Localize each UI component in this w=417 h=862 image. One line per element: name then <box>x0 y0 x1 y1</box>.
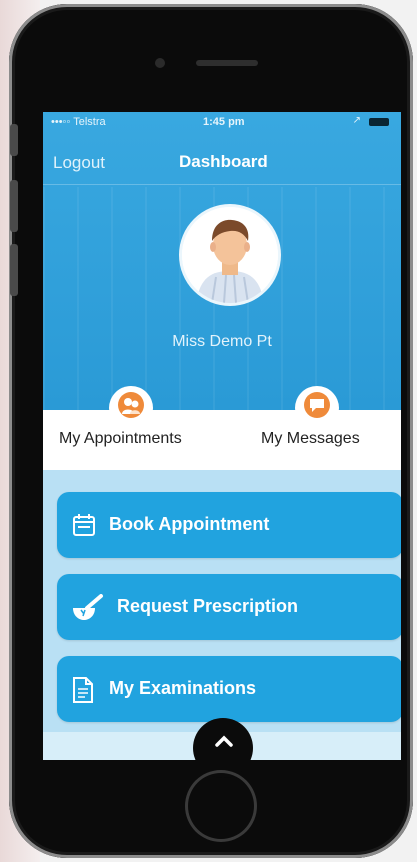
book-appointment-button[interactable]: Book Appointment <box>57 492 401 558</box>
status-bar: •••◦◦ Telstra 1:45 pm ↗ <box>43 112 401 132</box>
chevron-up-icon <box>215 728 233 754</box>
document-icon <box>71 676 95 709</box>
user-name: Miss Demo Pt <box>172 333 272 350</box>
tab-appointments-icon-holder[interactable] <box>109 386 153 430</box>
tab-my-appointments[interactable]: My Appointments <box>59 430 182 448</box>
earpiece-speaker <box>196 60 258 66</box>
phone-mute-switch <box>10 124 18 156</box>
chat-bubble-icon <box>304 392 330 418</box>
location-icon: ↗ <box>352 115 361 126</box>
phone-frame: •••◦◦ Telstra 1:45 pm ↗ Logout Dashboard… <box>9 4 413 858</box>
request-prescription-label: Request Prescription <box>117 596 299 616</box>
carrier-text: •••◦◦ Telstra <box>51 116 106 128</box>
my-examinations-label: My Examinations <box>109 678 257 698</box>
tab-my-messages[interactable]: My Messages <box>261 430 360 448</box>
page-title: Dashboard <box>179 152 268 171</box>
my-examinations-button[interactable]: My Examinations <box>57 656 401 722</box>
logout-button[interactable]: Logout <box>53 153 105 173</box>
avatar <box>182 207 278 303</box>
battery-icon <box>369 118 389 126</box>
phone-volume-up <box>10 180 18 232</box>
home-button[interactable] <box>185 770 257 842</box>
app-screen: •••◦◦ Telstra 1:45 pm ↗ Logout Dashboard… <box>43 112 401 760</box>
phone-volume-down <box>10 244 18 296</box>
tab-messages-icon-holder[interactable] <box>295 386 339 430</box>
book-appointment-label: Book Appointment <box>109 514 270 534</box>
calendar-icon <box>71 512 97 543</box>
mortar-pestle-icon <box>71 594 105 627</box>
front-camera <box>155 58 165 68</box>
nav-bar: Logout Dashboard <box>43 132 401 185</box>
expand-menu-button[interactable] <box>193 718 253 778</box>
request-prescription-button[interactable]: Request Prescription <box>57 574 401 640</box>
appointment-people-icon <box>118 392 144 418</box>
status-time: 1:45 pm <box>203 116 245 128</box>
user-avatar-icon <box>182 207 278 303</box>
